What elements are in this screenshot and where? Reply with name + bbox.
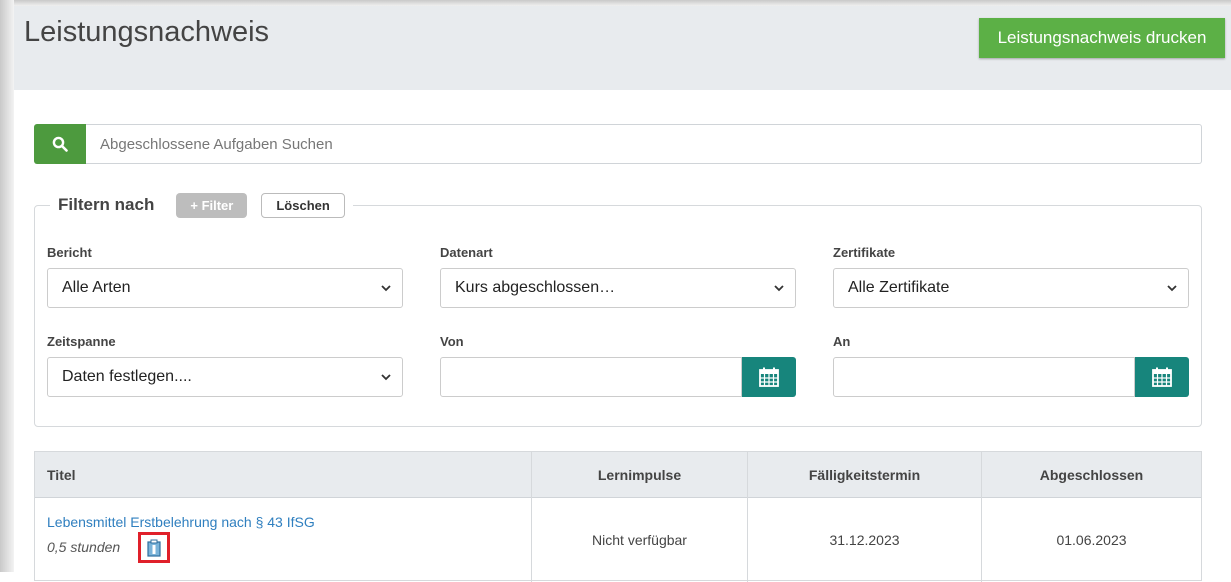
calendar-icon xyxy=(1152,367,1172,387)
print-report-button[interactable]: Leistungsnachweis drucken xyxy=(979,18,1225,58)
page: Leistungsnachweis Leistungsnachweis druc… xyxy=(0,0,1231,582)
search-bar: Abgeschlossene Aufgaben Suchen xyxy=(34,124,1202,164)
an-calendar-button[interactable] xyxy=(1135,357,1189,397)
results-table: Titel Lernimpulse Fälligkeitstermin Abge… xyxy=(34,451,1202,582)
zertifikate-label: Zertifikate xyxy=(833,245,896,260)
bericht-label: Bericht xyxy=(47,245,92,260)
window-shadow xyxy=(0,0,14,572)
course-title-link[interactable]: Lebensmittel Erstbelehrung nach § 43 IfS… xyxy=(47,514,315,530)
chevron-down-icon xyxy=(774,285,784,292)
clear-filter-button[interactable]: Löschen xyxy=(261,192,345,218)
von-calendar-button[interactable] xyxy=(742,357,796,397)
datenart-value: Kurs abgeschlossen… xyxy=(455,279,616,296)
page-title: Leistungsnachweis xyxy=(24,16,270,48)
zeitspanne-select[interactable]: Daten festlegen.... xyxy=(47,357,403,397)
column-header-abgeschlossen[interactable]: Abgeschlossen xyxy=(982,452,1201,498)
bericht-value: Alle Arten xyxy=(62,279,131,296)
due-date-cell: 31.12.2023 xyxy=(829,532,900,548)
column-header-lernimpulse[interactable]: Lernimpulse xyxy=(532,452,747,498)
zertifikate-select[interactable]: Alle Zertifikate xyxy=(833,268,1189,308)
zeitspanne-label: Zeitspanne xyxy=(47,334,116,349)
search-icon xyxy=(52,136,68,152)
an-date-input[interactable] xyxy=(833,357,1135,397)
zeitspanne-value: Daten festlegen.... xyxy=(62,368,192,385)
filter-header: Filtern nach + Filter Löschen xyxy=(50,190,353,220)
completed-date-cell: 01.06.2023 xyxy=(1056,532,1127,548)
filter-title: Filtern nach xyxy=(58,195,155,214)
bericht-select[interactable]: Alle Arten xyxy=(47,268,403,308)
chevron-down-icon xyxy=(381,374,391,381)
von-date-input[interactable] xyxy=(440,357,742,397)
search-input[interactable]: Abgeschlossene Aufgaben Suchen xyxy=(86,124,1202,164)
document-icon xyxy=(147,539,161,557)
zertifikate-value: Alle Zertifikate xyxy=(848,279,950,296)
add-filter-button[interactable]: + Filter xyxy=(176,192,248,218)
column-header-titel[interactable]: Titel xyxy=(47,452,527,498)
datenart-select[interactable]: Kurs abgeschlossen… xyxy=(440,268,796,308)
course-hours: 0,5 stunden xyxy=(47,539,121,555)
von-label: Von xyxy=(440,334,464,349)
an-label: An xyxy=(833,334,851,349)
table-header: Titel Lernimpulse Fälligkeitstermin Abge… xyxy=(35,452,1201,498)
page-header: Leistungsnachweis Leistungsnachweis druc… xyxy=(14,6,1231,90)
certificate-document-button[interactable] xyxy=(138,532,170,563)
lernimpulse-cell: Nicht verfügbar xyxy=(592,532,687,548)
chevron-down-icon xyxy=(1167,285,1177,292)
column-header-faelligkeitstermin[interactable]: Fälligkeitstermin xyxy=(748,452,981,498)
calendar-icon xyxy=(759,367,779,387)
datenart-label: Datenart xyxy=(440,245,493,260)
search-button[interactable] xyxy=(34,124,86,164)
chevron-down-icon xyxy=(381,285,391,292)
